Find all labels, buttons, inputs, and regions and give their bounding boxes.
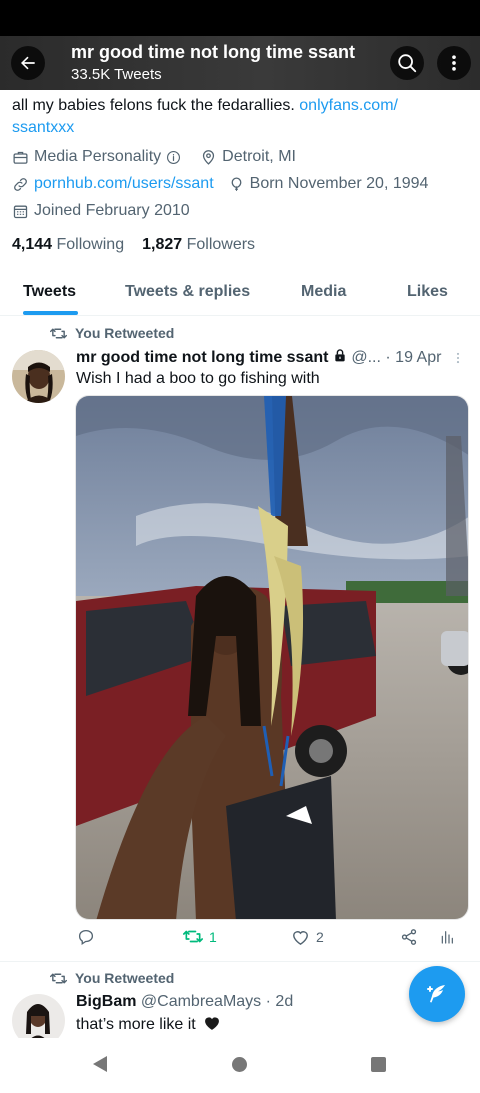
views-button[interactable] <box>439 928 461 946</box>
profile-name-title: mr good time not long time ssant <box>71 42 356 62</box>
more-vertical-icon <box>452 55 456 71</box>
profile-meta-row-1: Media Personality Detroit, MI <box>12 148 310 166</box>
website-link[interactable]: pornhub.com/users/ssant <box>34 175 214 193</box>
website-item: pornhub.com/users/ssant <box>12 175 214 193</box>
profile-bio: all my babies felons fuck the fedarallie… <box>12 95 452 139</box>
bio-link-continued[interactable]: ssantxxx <box>12 119 74 136</box>
compose-tweet-button[interactable] <box>409 966 465 1022</box>
birthday-item: Born November 20, 1994 <box>228 175 429 193</box>
retweet-context-label: You Retweeted <box>75 970 175 986</box>
link-icon <box>14 177 27 191</box>
share-icon <box>401 929 417 945</box>
following-count: 4,144 <box>12 236 53 253</box>
tweet-author-name[interactable]: mr good time not long time ssant <box>76 349 328 366</box>
bio-text: all my babies felons fuck the fedarallie… <box>12 97 300 114</box>
like-button[interactable]: 2 <box>291 928 324 946</box>
tab-tweets-and-replies[interactable]: Tweets & replies <box>125 283 250 301</box>
follow-stats: 4,144 Following 1,827 Followers <box>12 236 255 254</box>
active-tab-indicator <box>23 311 78 315</box>
search-icon <box>398 54 417 73</box>
tweet-timestamp[interactable]: · 2d <box>266 993 294 1010</box>
tab-tweets[interactable]: Tweets <box>23 283 76 301</box>
search-button[interactable] <box>390 46 424 80</box>
profile-meta-row-3: Joined February 2010 <box>12 202 204 220</box>
joined-label: Joined February 2010 <box>34 202 190 219</box>
like-count: 2 <box>316 929 324 945</box>
retweet-context: You Retweeted <box>50 970 174 986</box>
share-button[interactable] <box>400 928 424 946</box>
category-label: Media Personality <box>34 148 162 165</box>
bar-chart-icon <box>441 931 453 944</box>
retweet-count: 1 <box>209 928 217 945</box>
profile-header: mr good time not long time ssant 33.5K T… <box>0 36 480 90</box>
location-item: Detroit, MI <box>200 148 296 166</box>
back-button[interactable] <box>11 46 45 80</box>
tweet-author-name[interactable]: BigBam <box>76 993 136 1010</box>
arrow-left-icon <box>21 56 35 70</box>
joined-item: Joined February 2010 <box>12 202 190 220</box>
tab-likes[interactable]: Likes <box>407 283 448 301</box>
location-label: Detroit, MI <box>222 148 296 165</box>
followers-link[interactable]: 1,827 Followers <box>142 236 255 253</box>
retweet-context: You Retweeted <box>50 325 174 341</box>
nav-back-icon[interactable] <box>92 1055 108 1073</box>
status-bar <box>0 0 480 36</box>
following-link[interactable]: 4,144 Following <box>12 236 124 253</box>
comment-bubble-icon <box>78 929 94 946</box>
lock-icon <box>335 349 345 362</box>
tweet-divider <box>0 961 480 962</box>
tweet-action-bar: 1 2 <box>75 928 469 952</box>
tweet-header: mr good time not long time ssant @... · … <box>76 348 441 367</box>
retweet-icon <box>50 328 67 338</box>
tab-media[interactable]: Media <box>301 283 346 301</box>
profile-meta-row-2: pornhub.com/users/ssant Born November 20… <box>12 175 442 193</box>
heart-icon <box>293 931 308 945</box>
black-heart-icon <box>205 1017 220 1030</box>
tweet-timestamp[interactable]: · 19 Apr <box>385 349 441 366</box>
system-navigation-bar <box>0 1038 480 1093</box>
profile-tabs: Tweets Tweets & replies Media Likes <box>0 268 480 316</box>
reply-button[interactable] <box>77 928 101 946</box>
followers-count: 1,827 <box>142 236 183 253</box>
tweet-text: Wish I had a boo to go fishing with <box>76 370 320 387</box>
retweet-icon <box>50 973 67 983</box>
category-item: Media Personality <box>12 148 186 166</box>
retweet-context-label: You Retweeted <box>75 325 175 341</box>
retweet-button[interactable]: 1 <box>183 928 217 945</box>
nav-home-icon[interactable] <box>232 1057 247 1072</box>
tweet-header: BigBam @CambreaMays · 2d <box>76 993 293 1011</box>
tweet-media-photo[interactable] <box>75 395 469 920</box>
location-pin-icon <box>203 149 215 165</box>
calendar-icon <box>13 205 28 218</box>
avatar[interactable] <box>12 350 65 403</box>
tweet-author-handle[interactable]: @... <box>351 349 381 366</box>
balloon-icon <box>231 176 242 191</box>
fishing-photo <box>76 396 468 919</box>
tweet-count: 33.5K Tweets <box>71 66 162 83</box>
bio-link[interactable]: onlyfans.com/ <box>299 97 398 114</box>
nav-recents-icon[interactable] <box>371 1057 386 1072</box>
retweet-icon <box>183 930 203 943</box>
tweet-more-icon[interactable] <box>451 350 465 366</box>
tweet-text-content: that’s more like it <box>76 1016 196 1033</box>
avatar-photo <box>12 350 65 403</box>
briefcase-icon <box>13 151 28 164</box>
tweet-author-handle[interactable]: @CambreaMays <box>141 993 261 1010</box>
more-options-button[interactable] <box>437 46 471 80</box>
feather-icon <box>427 985 445 1003</box>
followers-label: Followers <box>186 236 256 253</box>
birthday-label: Born November 20, 1994 <box>249 175 429 192</box>
tweet-text: that’s more like it <box>76 1015 221 1034</box>
info-icon[interactable] <box>166 150 181 165</box>
following-label: Following <box>56 236 125 253</box>
